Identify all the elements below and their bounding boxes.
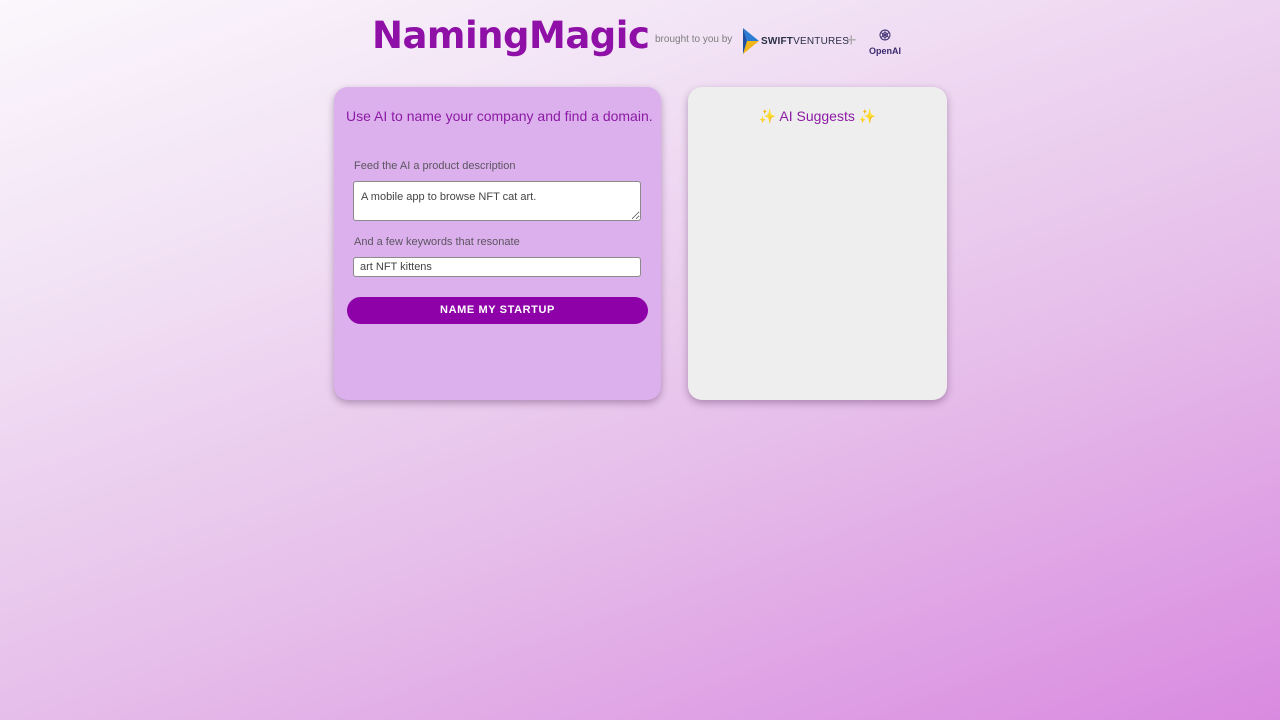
name-my-startup-button[interactable]: NAME MY STARTUP [347,297,648,324]
sparkle-icon-right: ✨ [858,108,877,124]
keywords-label: And a few keywords that resonate [354,236,520,248]
suggestions-title-text: AI Suggests [779,108,855,124]
openai-icon [879,29,891,41]
sparkle-icon-left: ✨ [758,108,777,124]
openai-logo[interactable]: OpenAI [867,28,903,56]
plus-sign: + [846,30,857,50]
description-label: Feed the AI a product description [354,160,516,172]
brought-by-text: brought to you by [655,34,733,45]
header: NamingMagic brought to you by SWIFTVENTU… [0,14,1280,64]
suggestions-title: ✨ AI Suggests ✨ [688,108,947,125]
description-textarea[interactable]: A mobile app to browse NFT cat art. [353,181,641,221]
openai-text: OpenAI [868,46,901,56]
app-title[interactable]: NamingMagic [372,14,650,57]
keywords-input[interactable] [353,257,641,277]
naming-form-card: Use AI to name your company and find a d… [334,87,661,400]
suggestions-card: ✨ AI Suggests ✨ [688,87,947,400]
swift-ventures-text: SWIFTVENTURES [761,35,850,47]
swift-arrow-icon [743,28,759,54]
swift-ventures-logo[interactable]: SWIFTVENTURES [743,27,849,55]
form-tagline: Use AI to name your company and find a d… [346,108,653,124]
